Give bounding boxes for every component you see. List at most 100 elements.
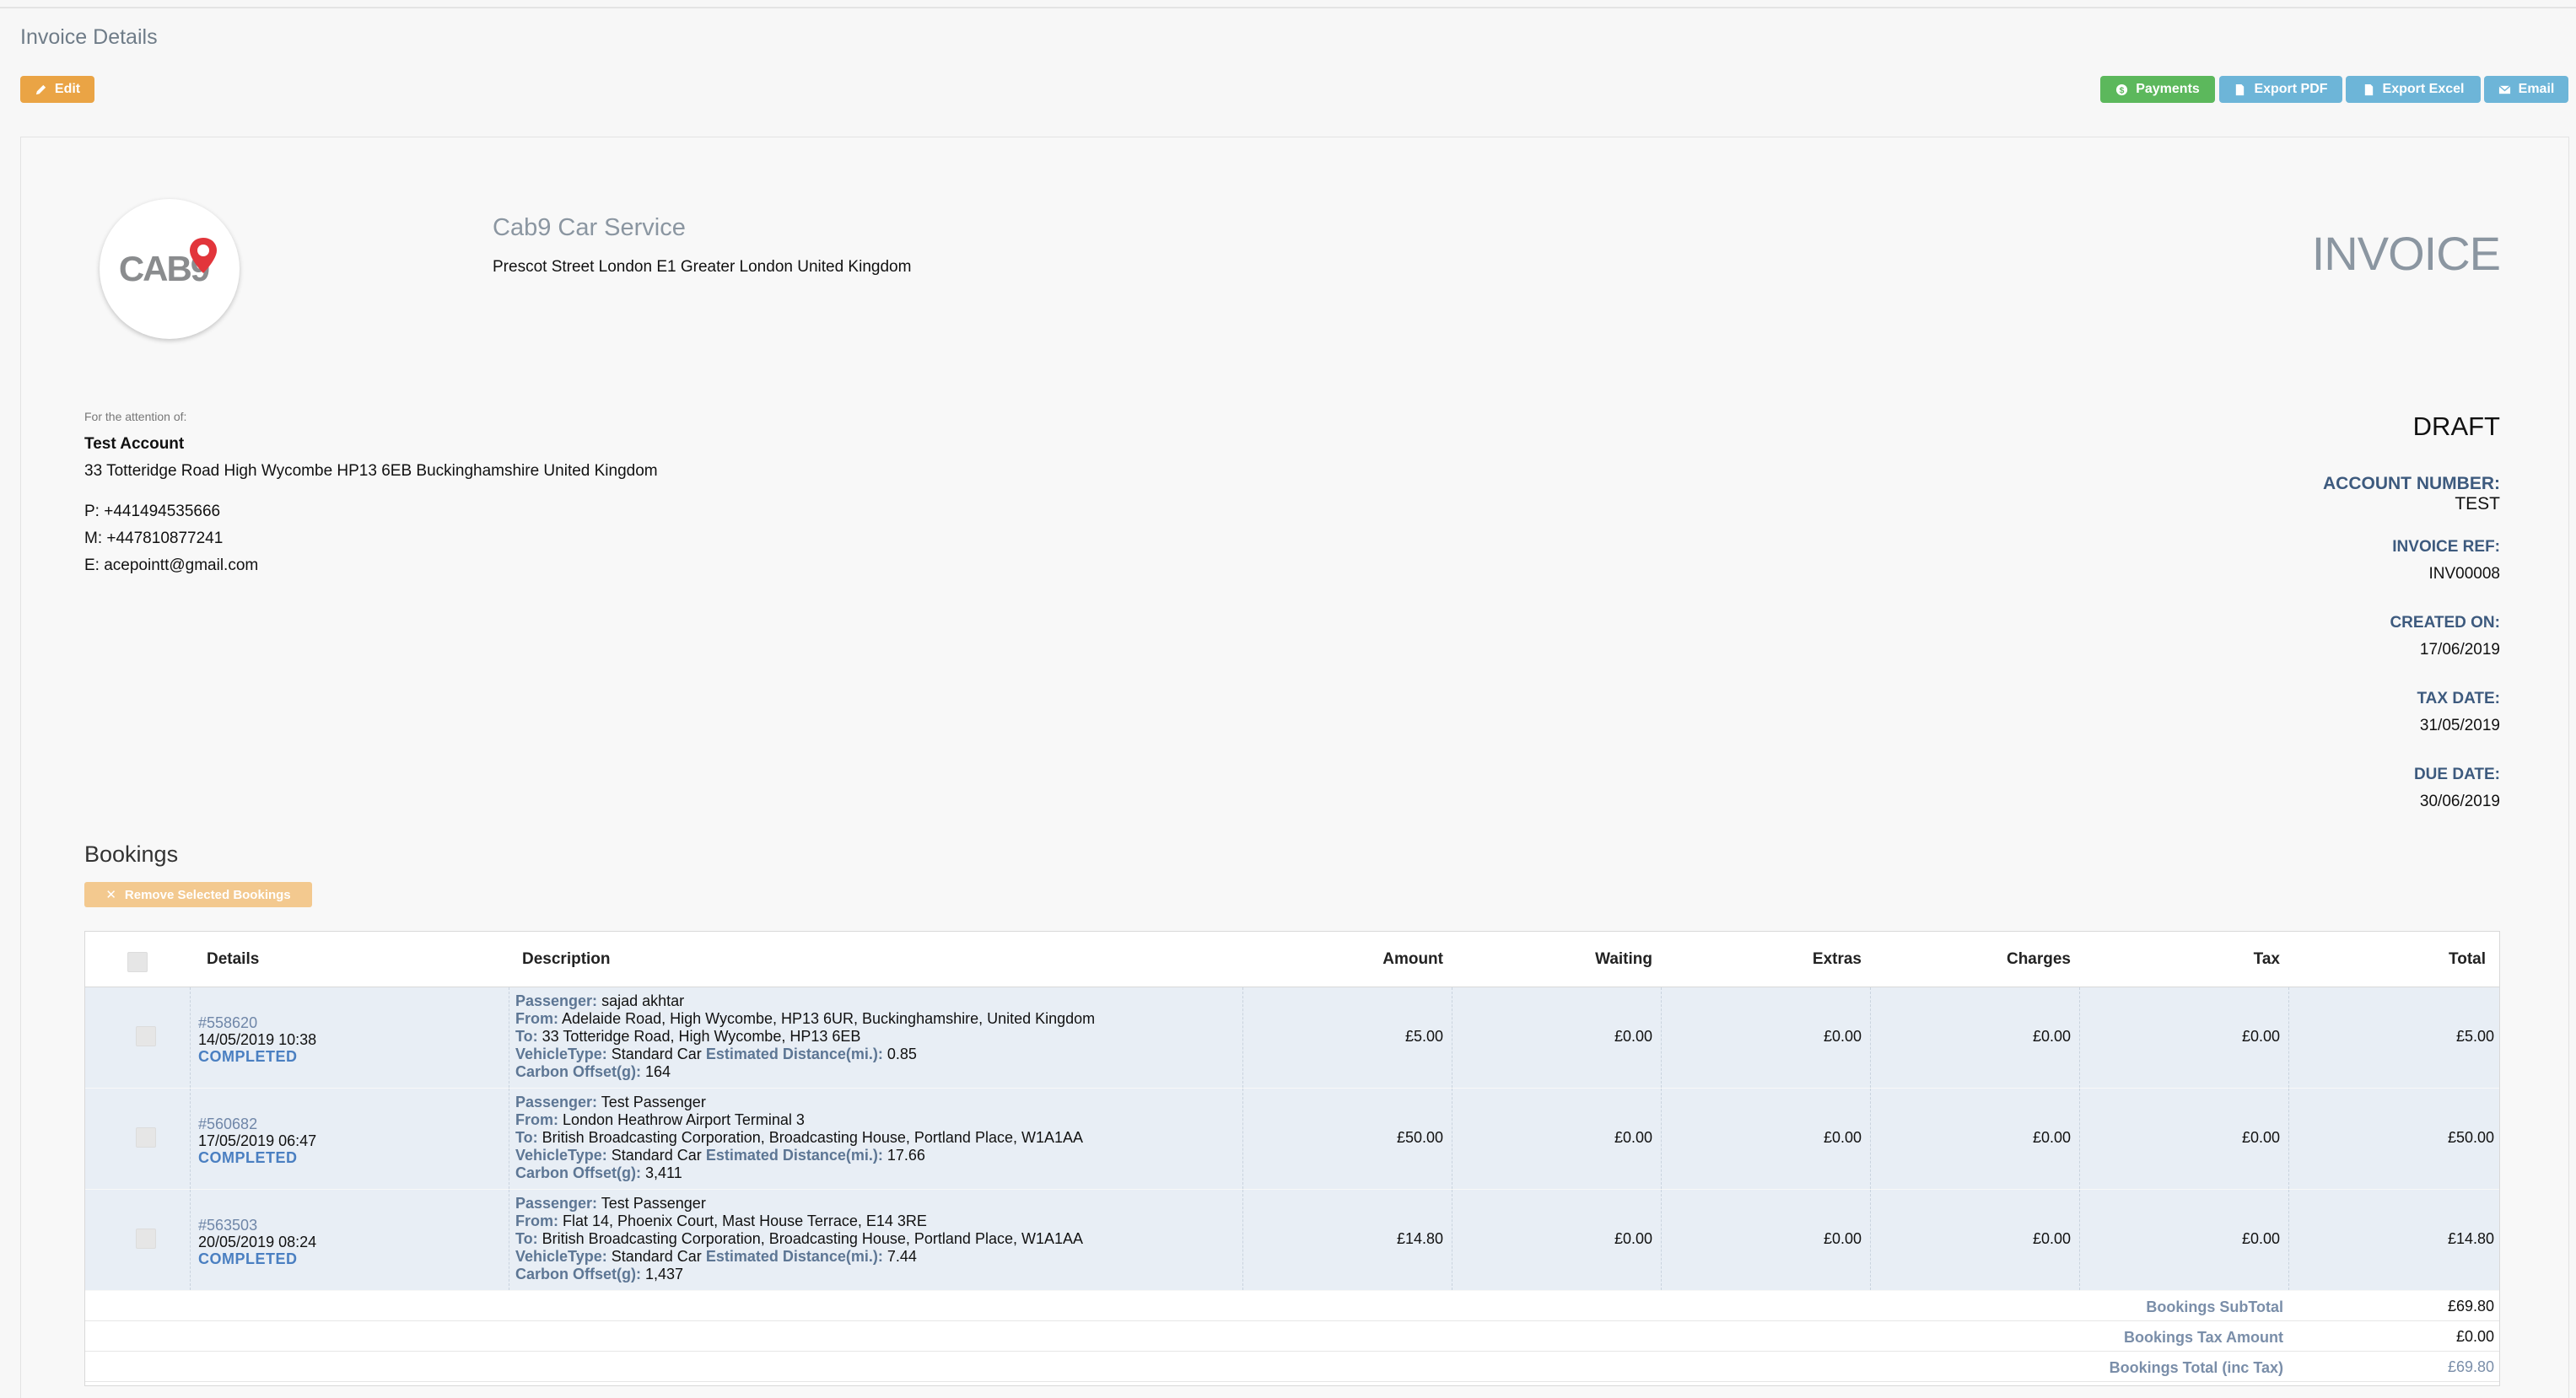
to-label: To: xyxy=(515,1129,538,1146)
column-divider xyxy=(1661,1089,1662,1189)
map-pin-icon xyxy=(190,238,217,273)
carbon-label: Carbon Offset(g): xyxy=(515,1063,641,1080)
column-divider xyxy=(2079,1089,2080,1189)
passenger-label: Passenger: xyxy=(515,1195,598,1212)
booking-datetime: 14/05/2019 10:38 xyxy=(198,1031,317,1048)
passenger-label: Passenger: xyxy=(515,1094,598,1110)
column-divider xyxy=(1242,1190,1243,1290)
column-header-tax: Tax xyxy=(2253,950,2280,968)
recipient-address: 33 Totteridge Road High Wycombe HP13 6EB… xyxy=(84,462,658,480)
vehicle-type-label: VehicleType: xyxy=(515,1248,607,1265)
charges-cell: £0.00 xyxy=(2032,1230,2071,1247)
passenger-name: Test Passenger xyxy=(601,1094,706,1110)
account-number-value: TEST xyxy=(2455,494,2500,513)
passenger-name: sajad akhtar xyxy=(601,992,685,1009)
distance-label: Estimated Distance(mi.): xyxy=(705,1046,883,1062)
table-header: Details Description Amount Waiting Extra… xyxy=(85,932,2499,987)
row-checkbox[interactable] xyxy=(136,1127,156,1148)
export-excel-button[interactable]: Export Excel xyxy=(2346,76,2481,103)
recipient-mobile: M: +447810877241 xyxy=(84,530,224,547)
close-icon: ✕ xyxy=(105,888,116,902)
total-cell: £14.80 xyxy=(2447,1230,2494,1247)
top-divider xyxy=(0,7,2576,8)
waiting-cell: £0.00 xyxy=(1614,1129,1652,1146)
email-button[interactable]: Email xyxy=(2484,76,2568,103)
export-pdf-button[interactable]: Export PDF xyxy=(2219,76,2342,103)
table-row[interactable]: #560682 17/05/2019 06:47 COMPLETED Passe… xyxy=(85,1089,2499,1190)
booking-datetime: 20/05/2019 08:24 xyxy=(198,1234,317,1250)
tax-amount-label: Bookings Tax Amount xyxy=(2124,1329,2283,1346)
column-divider xyxy=(1870,987,1871,1088)
carbon-value: 3,411 xyxy=(645,1164,682,1181)
pencil-icon xyxy=(35,84,46,94)
from-address: London Heathrow Airport Terminal 3 xyxy=(563,1111,805,1128)
subtotal-row: Bookings SubTotal £69.80 xyxy=(85,1291,2499,1321)
grand-total-value: £69.80 xyxy=(2447,1358,2494,1375)
passenger-line: Passenger: Test Passenger xyxy=(515,1094,706,1111)
row-checkbox[interactable] xyxy=(136,1229,156,1249)
edit-button[interactable]: Edit xyxy=(20,76,94,103)
invoice-heading: INVOICE xyxy=(2311,227,2501,280)
booking-ref[interactable]: #563503 xyxy=(198,1217,257,1234)
export-excel-label: Export Excel xyxy=(2382,82,2465,96)
column-header-extras: Extras xyxy=(1812,950,1862,968)
table-row[interactable]: #558620 14/05/2019 10:38 COMPLETED Passe… xyxy=(85,987,2499,1089)
tax-date-label: TAX DATE: xyxy=(2417,690,2500,707)
envelope-icon xyxy=(2498,84,2511,94)
waiting-cell: £0.00 xyxy=(1614,1028,1652,1045)
to-label: To: xyxy=(515,1028,538,1045)
carbon-line: Carbon Offset(g): 3,411 xyxy=(515,1164,682,1182)
booking-datetime: 17/05/2019 06:47 xyxy=(198,1132,317,1149)
from-address: Adelaide Road, High Wycombe, HP13 6UR, B… xyxy=(562,1010,1096,1027)
distance-label: Estimated Distance(mi.): xyxy=(705,1248,883,1265)
company-name: Cab9 Car Service xyxy=(493,214,686,241)
amount-cell: £5.00 xyxy=(1404,1028,1443,1045)
to-address: 33 Totteridge Road, High Wycombe, HP13 6… xyxy=(542,1028,861,1045)
extras-cell: £0.00 xyxy=(1823,1129,1862,1146)
invoice-ref-value: INV00008 xyxy=(2428,565,2500,583)
column-divider xyxy=(190,1089,191,1189)
column-header-charges: Charges xyxy=(2006,950,2071,968)
to-label: To: xyxy=(515,1230,538,1247)
from-line: From: London Heathrow Airport Terminal 3 xyxy=(515,1111,805,1129)
due-date-label: DUE DATE: xyxy=(2413,766,2500,783)
table-row[interactable]: #563503 20/05/2019 08:24 COMPLETED Passe… xyxy=(85,1190,2499,1291)
amount-cell: £14.80 xyxy=(1396,1230,1443,1247)
column-divider xyxy=(190,987,191,1088)
waiting-cell: £0.00 xyxy=(1614,1230,1652,1247)
from-label: From: xyxy=(515,1010,558,1027)
booking-status: COMPLETED xyxy=(198,1048,298,1065)
carbon-value: 1,437 xyxy=(645,1266,684,1282)
to-address: British Broadcasting Corporation, Broadc… xyxy=(542,1129,1084,1146)
vehicle-type: Standard Car xyxy=(611,1046,702,1062)
grand-total-label: Bookings Total (inc Tax) xyxy=(2109,1359,2283,1376)
invoice-status: DRAFT xyxy=(2412,411,2500,441)
amount-cell: £50.00 xyxy=(1396,1129,1443,1146)
to-line: To: 33 Totteridge Road, High Wycombe, HP… xyxy=(515,1028,860,1046)
column-divider xyxy=(1870,1089,1871,1189)
select-all-checkbox[interactable] xyxy=(127,952,148,972)
distance-value: 17.66 xyxy=(887,1147,925,1164)
subtotal-value: £69.80 xyxy=(2447,1298,2494,1315)
to-line: To: British Broadcasting Corporation, Br… xyxy=(515,1230,1083,1248)
from-line: From: Adelaide Road, High Wycombe, HP13 … xyxy=(515,1010,1095,1028)
tax-cell: £0.00 xyxy=(2241,1129,2280,1146)
recipient-email: E: acepointt@gmail.com xyxy=(84,557,259,574)
vehicle-type-label: VehicleType: xyxy=(515,1147,607,1164)
extras-cell: £0.00 xyxy=(1823,1028,1862,1045)
extras-cell: £0.00 xyxy=(1823,1230,1862,1247)
column-divider xyxy=(2079,987,2080,1088)
tax-amount-row: Bookings Tax Amount £0.00 xyxy=(85,1321,2499,1352)
booking-ref[interactable]: #558620 xyxy=(198,1014,257,1032)
row-checkbox[interactable] xyxy=(136,1026,156,1046)
export-pdf-label: Export PDF xyxy=(2254,82,2328,96)
carbon-label: Carbon Offset(g): xyxy=(515,1266,641,1282)
booking-ref[interactable]: #560682 xyxy=(198,1116,257,1133)
payments-button[interactable]: $ Payments xyxy=(2100,76,2215,103)
column-divider xyxy=(2288,987,2289,1088)
tax-date-value: 31/05/2019 xyxy=(2419,717,2500,734)
carbon-value: 164 xyxy=(645,1063,671,1080)
passenger-name: Test Passenger xyxy=(601,1195,706,1212)
account-number-block: ACCOUNT NUMBER: TEST xyxy=(2323,474,2500,514)
remove-selected-bookings-button[interactable]: ✕ Remove Selected Bookings xyxy=(84,882,312,907)
